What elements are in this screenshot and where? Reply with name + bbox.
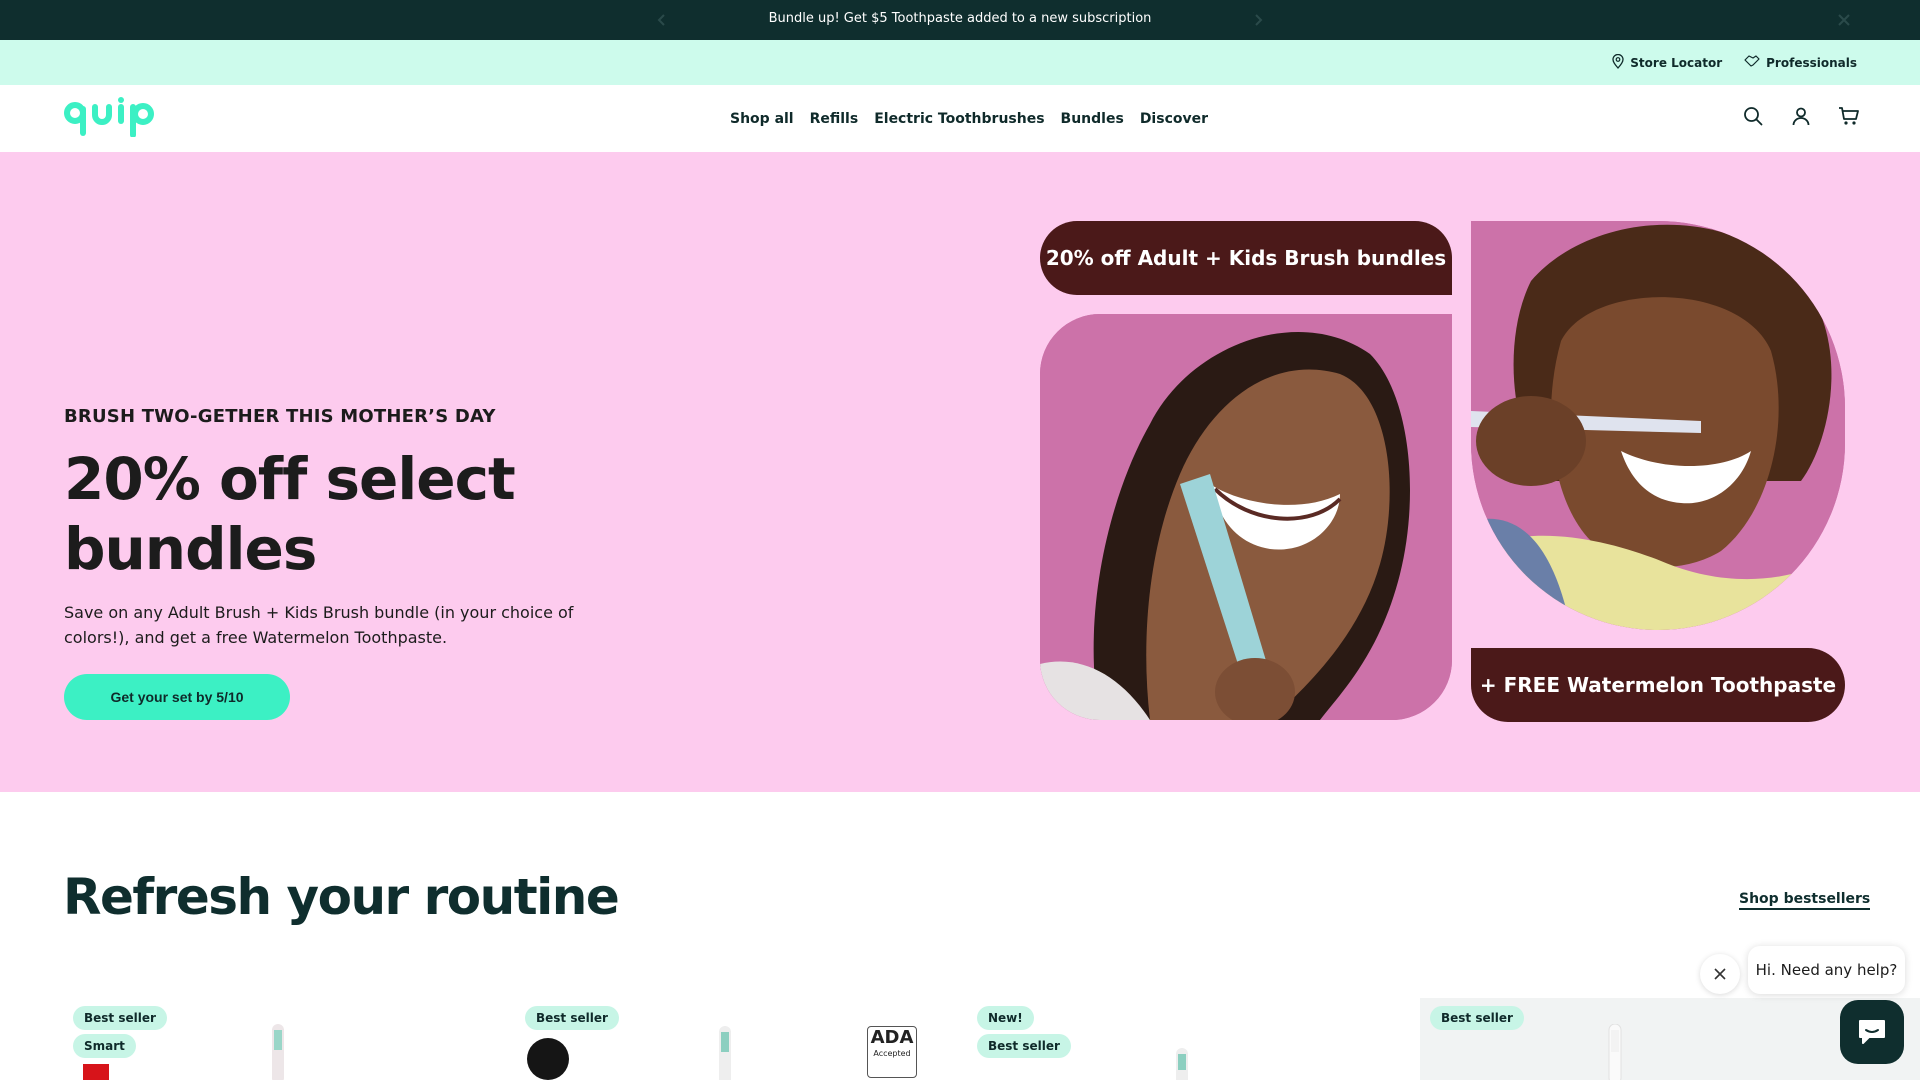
main-nav: Shop all Refills Electric Toothbrushes B… xyxy=(730,85,1208,152)
announcement-bar: Bundle up! Get $5 Toothpaste added to a … xyxy=(0,0,1920,40)
section-title: Refresh your routine xyxy=(63,868,620,926)
chat-prompt[interactable]: Hi. Need any help? xyxy=(1748,946,1905,994)
glamour-award-icon xyxy=(527,1038,569,1080)
get-your-set-button[interactable]: Get your set by 5/10 xyxy=(64,674,290,720)
professionals-link[interactable]: Professionals xyxy=(1744,54,1857,71)
hero-banner: BRUSH TWO-GETHER THIS MOTHER’S DAY 20% o… xyxy=(0,152,1920,792)
toothbrush-image xyxy=(1608,1024,1622,1080)
location-pin-icon xyxy=(1612,53,1624,72)
product-card[interactable]: Best seller ADA Accepted xyxy=(515,998,955,1080)
hero-description: Save on any Adult Brush + Kids Brush bun… xyxy=(64,603,574,647)
product-badge: Best seller xyxy=(525,1006,619,1030)
bundle-discount-pill: 20% off Adult + Kids Brush bundles xyxy=(1040,221,1452,295)
product-badge: Best seller xyxy=(1430,1006,1524,1030)
close-icon[interactable] xyxy=(1832,8,1856,32)
handshake-icon xyxy=(1744,54,1760,71)
toothbrush-image xyxy=(272,1024,284,1080)
hero-eyebrow: BRUSH TWO-GETHER THIS MOTHER’S DAY xyxy=(64,406,496,427)
product-badge: New! xyxy=(977,1006,1034,1030)
product-badge: Smart xyxy=(73,1034,136,1058)
announcement-message[interactable]: Bundle up! Get $5 Toothpaste added to a … xyxy=(0,0,1920,38)
close-chat-icon[interactable] xyxy=(1700,954,1740,994)
site-header: Shop all Refills Electric Toothbrushes B… xyxy=(0,85,1920,152)
toothbrush-head-image xyxy=(719,1026,731,1080)
quip-logo[interactable] xyxy=(63,97,159,138)
ada-seal: ADA Accepted xyxy=(867,1026,917,1078)
shop-bestsellers-link[interactable]: Shop bestsellers xyxy=(1739,891,1871,910)
free-toothpaste-pill: + FREE Watermelon Toothpaste xyxy=(1471,648,1845,722)
professionals-label: Professionals xyxy=(1766,55,1857,70)
chat-icon[interactable] xyxy=(1840,1000,1904,1064)
nav-shop-all[interactable]: Shop all xyxy=(730,111,794,127)
utility-bar: Store Locator Professionals xyxy=(0,40,1920,85)
account-icon[interactable] xyxy=(1790,105,1812,127)
cart-icon[interactable] xyxy=(1838,105,1860,127)
nav-refills[interactable]: Refills xyxy=(810,111,859,127)
time-award-icon xyxy=(83,1064,109,1080)
store-locator-label: Store Locator xyxy=(1630,55,1723,70)
toothbrush-image xyxy=(1176,1048,1188,1080)
nav-electric-toothbrushes[interactable]: Electric Toothbrushes xyxy=(874,111,1044,127)
store-locator-link[interactable]: Store Locator xyxy=(1612,53,1723,72)
kid-brushing-image xyxy=(1471,221,1845,630)
product-badge: Best seller xyxy=(977,1034,1071,1058)
woman-brushing-image xyxy=(1040,314,1452,720)
chevron-right-icon[interactable] xyxy=(1246,8,1270,32)
hero-title: 20% off select bundles xyxy=(64,445,516,583)
nav-bundles[interactable]: Bundles xyxy=(1061,111,1124,127)
search-icon[interactable] xyxy=(1742,105,1764,127)
nav-discover[interactable]: Discover xyxy=(1140,111,1208,127)
product-badge: Best seller xyxy=(73,1006,167,1030)
product-card[interactable]: New! Best seller xyxy=(967,998,1407,1080)
product-card[interactable]: Best seller Smart xyxy=(63,998,503,1080)
